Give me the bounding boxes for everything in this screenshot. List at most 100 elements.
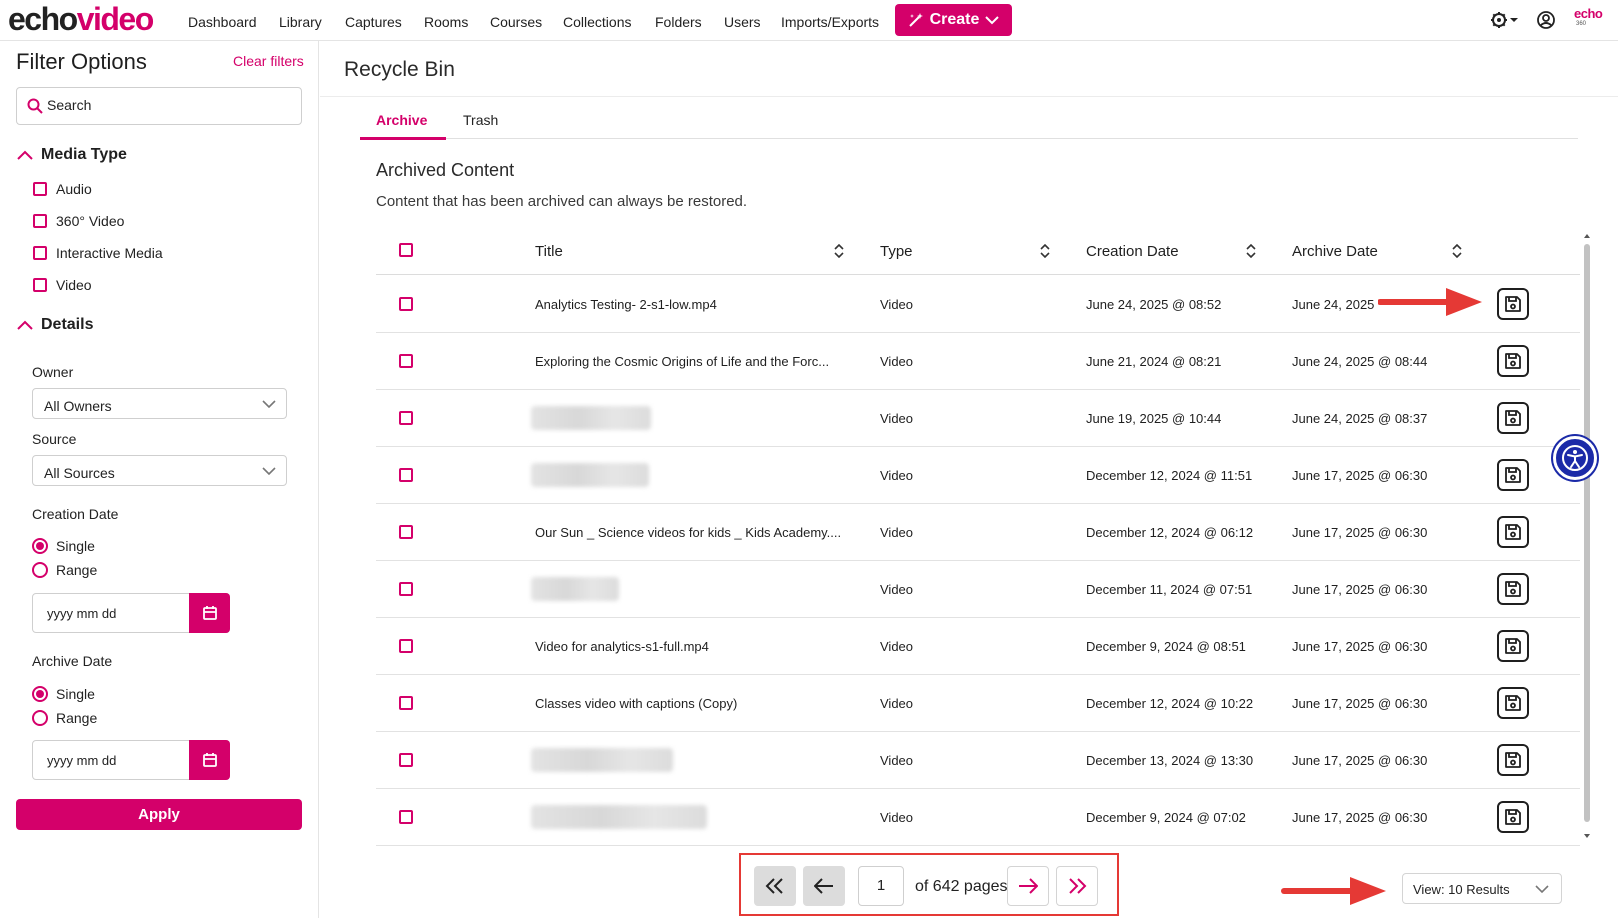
table-row[interactable]: Video for analytics-s1-full.mp4 Video De… <box>376 618 1580 675</box>
previous-page-button[interactable] <box>803 866 845 906</box>
annotation-arrow-icon <box>1281 877 1386 905</box>
checkbox[interactable] <box>33 246 47 260</box>
creation-date-single[interactable]: Single <box>32 538 95 554</box>
restore-button[interactable] <box>1497 402 1529 434</box>
nav-library[interactable]: Library <box>279 14 322 30</box>
column-type[interactable]: Type <box>880 243 913 260</box>
radio-button[interactable] <box>32 562 48 578</box>
scroll-up-icon[interactable] <box>1582 232 1592 240</box>
creation-date-input[interactable] <box>47 606 187 621</box>
last-page-button[interactable] <box>1056 866 1098 906</box>
restore-button[interactable] <box>1497 801 1529 833</box>
nav-rooms[interactable]: Rooms <box>424 14 468 30</box>
row-title[interactable]: Our Sun _ Science videos for kids _ Kids… <box>535 525 841 540</box>
page-number-input[interactable]: 1 <box>858 866 904 906</box>
radio-button[interactable] <box>32 710 48 726</box>
sort-icon[interactable] <box>1246 244 1256 258</box>
table-scrollbar[interactable] <box>1581 232 1591 842</box>
sort-icon[interactable] <box>834 244 844 258</box>
nav-users[interactable]: Users <box>724 14 761 30</box>
gear-icon <box>1491 12 1518 28</box>
restore-button[interactable] <box>1497 687 1529 719</box>
row-checkbox[interactable] <box>399 411 413 425</box>
table-row[interactable]: Our Sun _ Science videos for kids _ Kids… <box>376 504 1580 561</box>
table-row[interactable]: Classes video with captions (Copy) Video… <box>376 675 1580 732</box>
apply-button[interactable]: Apply <box>16 799 302 830</box>
creation-date-calendar-button[interactable] <box>189 593 230 633</box>
restore-button[interactable] <box>1497 516 1529 548</box>
row-checkbox[interactable] <box>399 753 413 767</box>
nav-imports-exports[interactable]: Imports/Exports <box>781 14 879 30</box>
source-select[interactable]: All Sources <box>32 455 287 486</box>
media-type-interactive-media[interactable]: Interactive Media <box>33 245 163 261</box>
row-checkbox[interactable] <box>399 297 413 311</box>
media-type-360-video[interactable]: 360° Video <box>33 213 124 229</box>
select-all-checkbox[interactable] <box>399 243 413 257</box>
table-row[interactable]: Video June 19, 2025 @ 10:44 June 24, 202… <box>376 390 1580 447</box>
tab-trash[interactable]: Trash <box>463 112 498 128</box>
row-checkbox[interactable] <box>399 582 413 596</box>
scroll-thumb[interactable] <box>1584 244 1590 822</box>
archive-date-input[interactable] <box>47 753 187 768</box>
page-title: Recycle Bin <box>344 58 455 81</box>
checkbox[interactable] <box>33 278 47 292</box>
next-page-button[interactable] <box>1007 866 1049 906</box>
echovideo-logo[interactable]: echovideo <box>8 1 154 37</box>
row-checkbox[interactable] <box>399 810 413 824</box>
media-type-video[interactable]: Video <box>33 277 92 293</box>
archive-date-single[interactable]: Single <box>32 686 95 702</box>
column-creation-date[interactable]: Creation Date <box>1086 243 1179 260</box>
nav-courses[interactable]: Courses <box>490 14 542 30</box>
row-checkbox[interactable] <box>399 525 413 539</box>
archive-date-calendar-button[interactable] <box>189 740 230 780</box>
checkbox[interactable] <box>33 214 47 228</box>
radio-button[interactable] <box>32 686 48 702</box>
nav-dashboard[interactable]: Dashboard <box>188 14 257 30</box>
archive-date-range[interactable]: Range <box>32 710 97 726</box>
first-page-button[interactable] <box>754 866 796 906</box>
restore-button[interactable] <box>1497 345 1529 377</box>
settings-menu[interactable] <box>1490 10 1520 35</box>
sort-icon[interactable] <box>1452 244 1462 258</box>
row-title[interactable]: Video for analytics-s1-full.mp4 <box>535 639 709 654</box>
restore-button[interactable] <box>1497 573 1529 605</box>
nav-captures[interactable]: Captures <box>345 14 402 30</box>
restore-button[interactable] <box>1497 630 1529 662</box>
row-checkbox[interactable] <box>399 354 413 368</box>
table-row[interactable]: Exploring the Cosmic Origins of Life and… <box>376 333 1580 390</box>
row-checkbox[interactable] <box>399 468 413 482</box>
row-creation-date: December 9, 2024 @ 07:02 <box>1086 810 1246 825</box>
clear-filters-link[interactable]: Clear filters <box>233 53 304 69</box>
media-type-toggle[interactable]: Media Type <box>17 146 127 164</box>
nav-collections[interactable]: Collections <box>563 14 631 30</box>
table-row[interactable]: Video December 9, 2024 @ 07:02 June 17, … <box>376 789 1580 846</box>
row-checkbox[interactable] <box>399 696 413 710</box>
owner-select[interactable]: All Owners <box>32 388 287 419</box>
checkbox[interactable] <box>33 182 47 196</box>
sort-icon[interactable] <box>1040 244 1050 258</box>
scroll-down-icon[interactable] <box>1582 832 1592 840</box>
nav-folders[interactable]: Folders <box>655 14 702 30</box>
column-archive-date[interactable]: Archive Date <box>1292 243 1378 260</box>
restore-button[interactable] <box>1497 459 1529 491</box>
tab-archive[interactable]: Archive <box>376 112 427 128</box>
row-title[interactable]: Classes video with captions (Copy) <box>535 696 737 711</box>
row-title[interactable]: Analytics Testing- 2-s1-low.mp4 <box>535 297 717 312</box>
row-checkbox[interactable] <box>399 639 413 653</box>
radio-button[interactable] <box>32 538 48 554</box>
accessibility-button[interactable] <box>1553 436 1597 480</box>
user-menu[interactable] <box>1536 10 1556 35</box>
table-row[interactable]: Video December 13, 2024 @ 13:30 June 17,… <box>376 732 1580 789</box>
restore-button[interactable] <box>1497 744 1529 776</box>
table-row[interactable]: Video December 12, 2024 @ 11:51 June 17,… <box>376 447 1580 504</box>
create-button[interactable]: Create <box>895 4 1012 36</box>
restore-button[interactable] <box>1497 288 1529 320</box>
table-row[interactable]: Video December 11, 2024 @ 07:51 June 17,… <box>376 561 1580 618</box>
results-per-page-select[interactable]: View: 10 Results <box>1402 873 1562 904</box>
column-title[interactable]: Title <box>535 243 563 260</box>
creation-date-range[interactable]: Range <box>32 562 97 578</box>
media-type-audio[interactable]: Audio <box>33 181 92 197</box>
row-title[interactable]: Exploring the Cosmic Origins of Life and… <box>535 354 829 369</box>
details-toggle[interactable]: Details <box>17 316 93 334</box>
search-input[interactable] <box>47 97 287 113</box>
